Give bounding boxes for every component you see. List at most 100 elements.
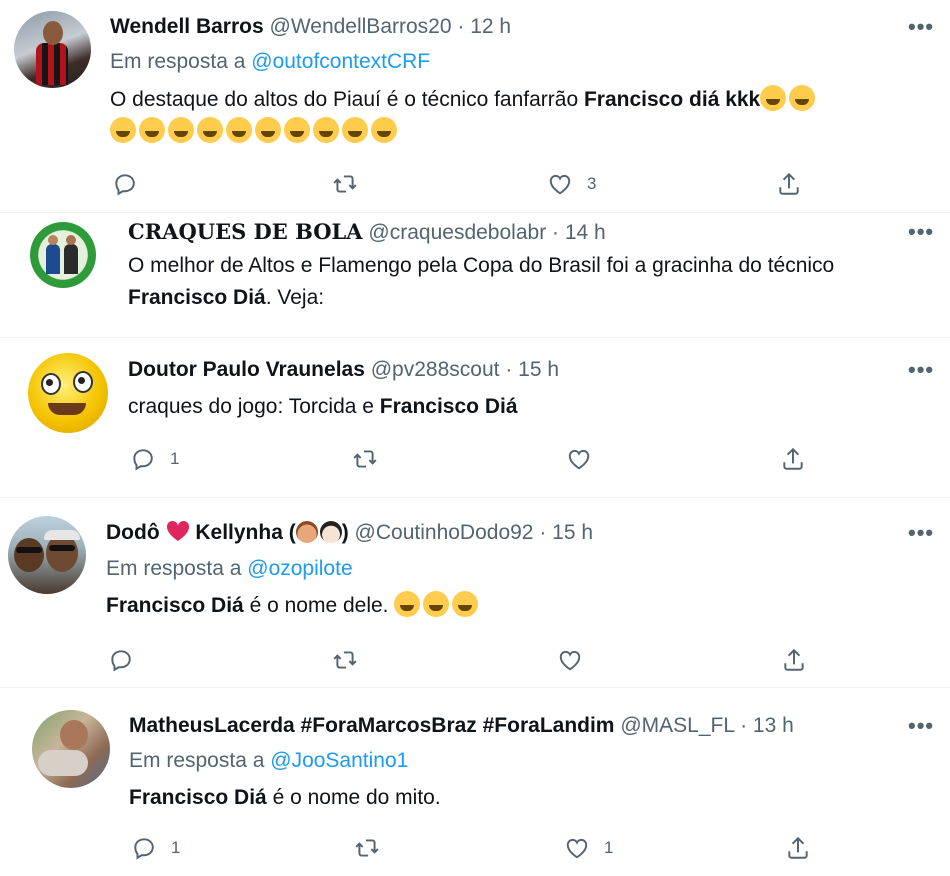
retweet-button[interactable] [354,834,380,862]
grin-emoji [394,591,421,617]
tweet-text: Francisco Diá é o nome do mito. [129,782,944,814]
tweet-text-plain: craques do jogo: Torcida e [128,395,380,418]
reply-count: 1 [171,838,181,857]
tweet[interactable]: Dodô Kellynha () @CoutinhoDodo92 · 15 h … [0,497,950,687]
user-name[interactable]: CRAQUES DE BOLA [128,219,363,244]
tweet[interactable]: Doutor Paulo Vraunelas @pv288scout · 15 … [0,337,950,497]
share-icon [776,171,802,197]
retweet-icon [332,171,358,197]
user-handle[interactable]: @MASL_FL [620,714,734,737]
user-handle[interactable]: @pv288scout [371,358,500,381]
tweet-text-plain: O melhor de Altos e Flamengo pela Copa d… [128,254,835,277]
share-button[interactable] [785,834,811,862]
tweet-text-bold: Francisco Diá [128,286,266,309]
grinning-sweat-emoji [226,117,252,143]
like-count: 3 [587,174,597,193]
retweet-button[interactable] [332,170,358,198]
zany-face-emoji [110,117,136,143]
grin-emoji [342,117,368,143]
reply-button[interactable] [112,170,138,198]
share-icon [781,647,807,673]
more-icon[interactable]: ••• [908,219,934,245]
like-button[interactable]: 1 [564,834,613,862]
avatar[interactable] [32,710,110,788]
girl-face-icon [319,521,342,543]
tweet-text-plain: O destaque do altos do Piauí é o técnico… [110,88,584,111]
hand-over-mouth-emoji [139,117,165,143]
grin-emoji [255,117,281,143]
like-count: 1 [604,838,614,857]
winking-tongue-emoji [789,85,816,111]
more-icon[interactable]: ••• [908,14,934,40]
reply-mention-link[interactable]: @ozopilote [247,557,352,580]
timestamp[interactable]: · 12 h [457,15,511,38]
like-button[interactable]: 3 [547,170,596,198]
tweet-text-bold: Francisco Diá [106,594,244,617]
heart-icon [564,835,590,861]
user-name[interactable]: Wendell Barros [110,15,264,38]
timestamp[interactable]: · 13 h [740,714,794,737]
timestamp[interactable]: · 14 h [552,221,606,244]
like-button[interactable] [566,445,592,473]
user-handle[interactable]: @CoutinhoDodo92 [355,521,534,544]
user-name-part2[interactable]: Kellynha ( [195,521,295,544]
grin-emoji [371,117,397,143]
retweet-button[interactable] [332,646,358,674]
grin-emoji [313,117,339,143]
user-handle[interactable]: @WendellBarros20 [270,15,452,38]
avatar[interactable] [30,222,96,288]
share-button[interactable] [780,445,806,473]
retweet-icon [352,446,378,472]
avatar[interactable] [14,11,91,88]
avatar[interactable] [28,353,108,433]
user-handle[interactable]: @craquesdebolabr [368,221,546,244]
tweet-text: craques do jogo: Torcida e Francisco Diá [128,391,943,423]
retweet-button[interactable] [352,445,378,473]
grin-emoji [423,591,450,617]
reply-prefix: Em resposta a [110,50,246,73]
tweet-text: O melhor de Altos e Flamengo pela Copa d… [128,250,943,314]
share-button[interactable] [776,170,802,198]
reply-icon [130,446,156,472]
reply-prefix: Em resposta a [129,749,265,772]
avatar[interactable] [8,516,86,594]
like-button[interactable] [557,646,583,674]
reply-mention-link[interactable]: @outofcontextCRF [251,50,430,73]
tweet[interactable]: MatheusLacerda #ForaMarcosBraz #ForaLand… [0,687,950,876]
reply-button[interactable] [108,646,134,674]
tweet-text-plain: é o nome do mito. [266,786,441,809]
reply-prefix: Em resposta a [106,557,242,580]
share-icon [780,446,806,472]
share-icon [785,835,811,861]
more-icon[interactable]: ••• [908,357,934,383]
tweet-text: Francisco Diá é o nome dele. [106,590,936,622]
tweet-text-bold: Francisco diá kkk [583,88,761,111]
reply-button[interactable]: 1 [130,445,179,473]
user-name[interactable]: Doutor Paulo Vraunelas [128,358,365,381]
user-name-part3[interactable]: ) [342,521,349,544]
retweet-icon [354,835,380,861]
user-name[interactable]: MatheusLacerda #ForaMarcosBraz #ForaLand… [129,714,614,737]
boy-face-icon [295,521,318,543]
user-name-part1[interactable]: Dodô [106,521,160,544]
share-button[interactable] [781,646,807,674]
grin-emoji [452,591,479,617]
timestamp[interactable]: · 15 h [505,358,559,381]
tears-of-joy-emoji [168,117,194,143]
squinting-grin-emoji [284,117,310,143]
more-icon[interactable]: ••• [908,713,934,739]
tweet-text-bold: Francisco Diá [379,395,518,418]
rolling-laughing-emoji [197,117,223,143]
reply-button[interactable]: 1 [131,834,180,862]
tweet-text-plain: é o nome dele. [243,594,395,617]
heart-icon [547,171,573,197]
rolling-eyes-emoji [760,85,787,111]
tweet[interactable]: CRAQUES DE BOLA @craquesdebolabr · 14 h … [0,212,950,337]
reply-mention-link[interactable]: @JooSantino1 [270,749,408,772]
more-icon[interactable]: ••• [908,520,934,546]
reply-count: 1 [170,449,180,468]
timestamp[interactable]: · 15 h [539,521,593,544]
tweet[interactable]: Wendell Barros @WendellBarros20 · 12 h •… [0,0,950,212]
reply-icon [131,835,157,861]
heart-icon [557,647,583,673]
